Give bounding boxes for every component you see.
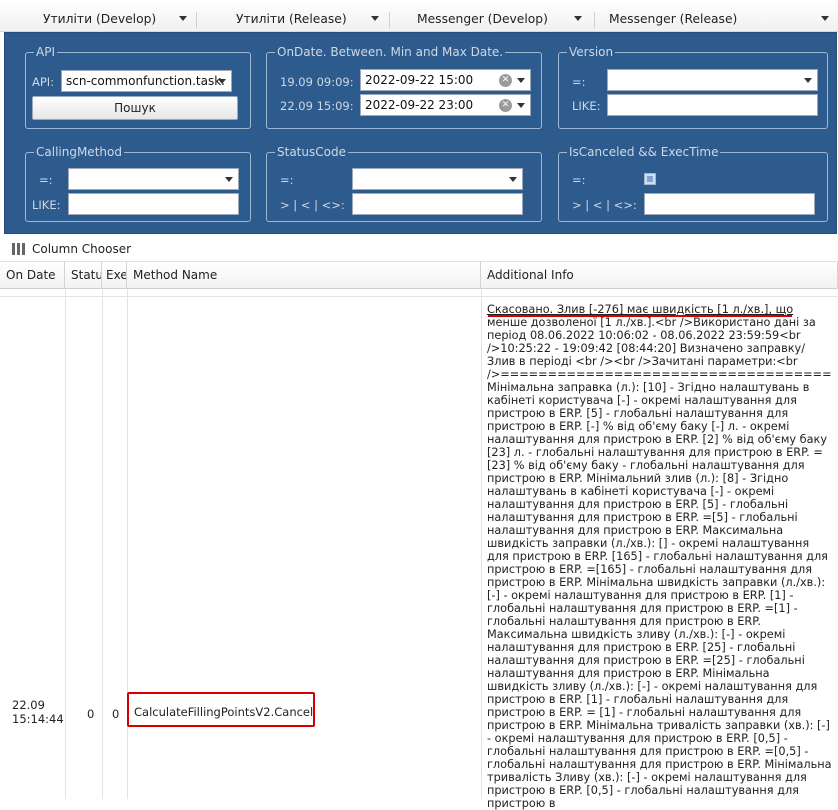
info-red-underline: [488, 315, 792, 317]
cell-additional-info: Скасовано. Злив [-276] має швидкість [1 …: [487, 303, 832, 810]
cell-on-date: 22.09: [12, 698, 45, 712]
cell-on-time: 15:14:44: [12, 712, 64, 726]
table-row[interactable]: 22.09 15:14:44 0 0 CalculateFillingPoint…: [0, 0, 838, 810]
cell-status: 0: [87, 707, 95, 721]
cell-method-name: CalculateFillingPointsV2.Cancel: [134, 705, 314, 719]
cell-exec: 0: [112, 707, 120, 721]
info-rest: менше дозволеної [1 л./хв.].<br />Викори…: [487, 316, 832, 810]
